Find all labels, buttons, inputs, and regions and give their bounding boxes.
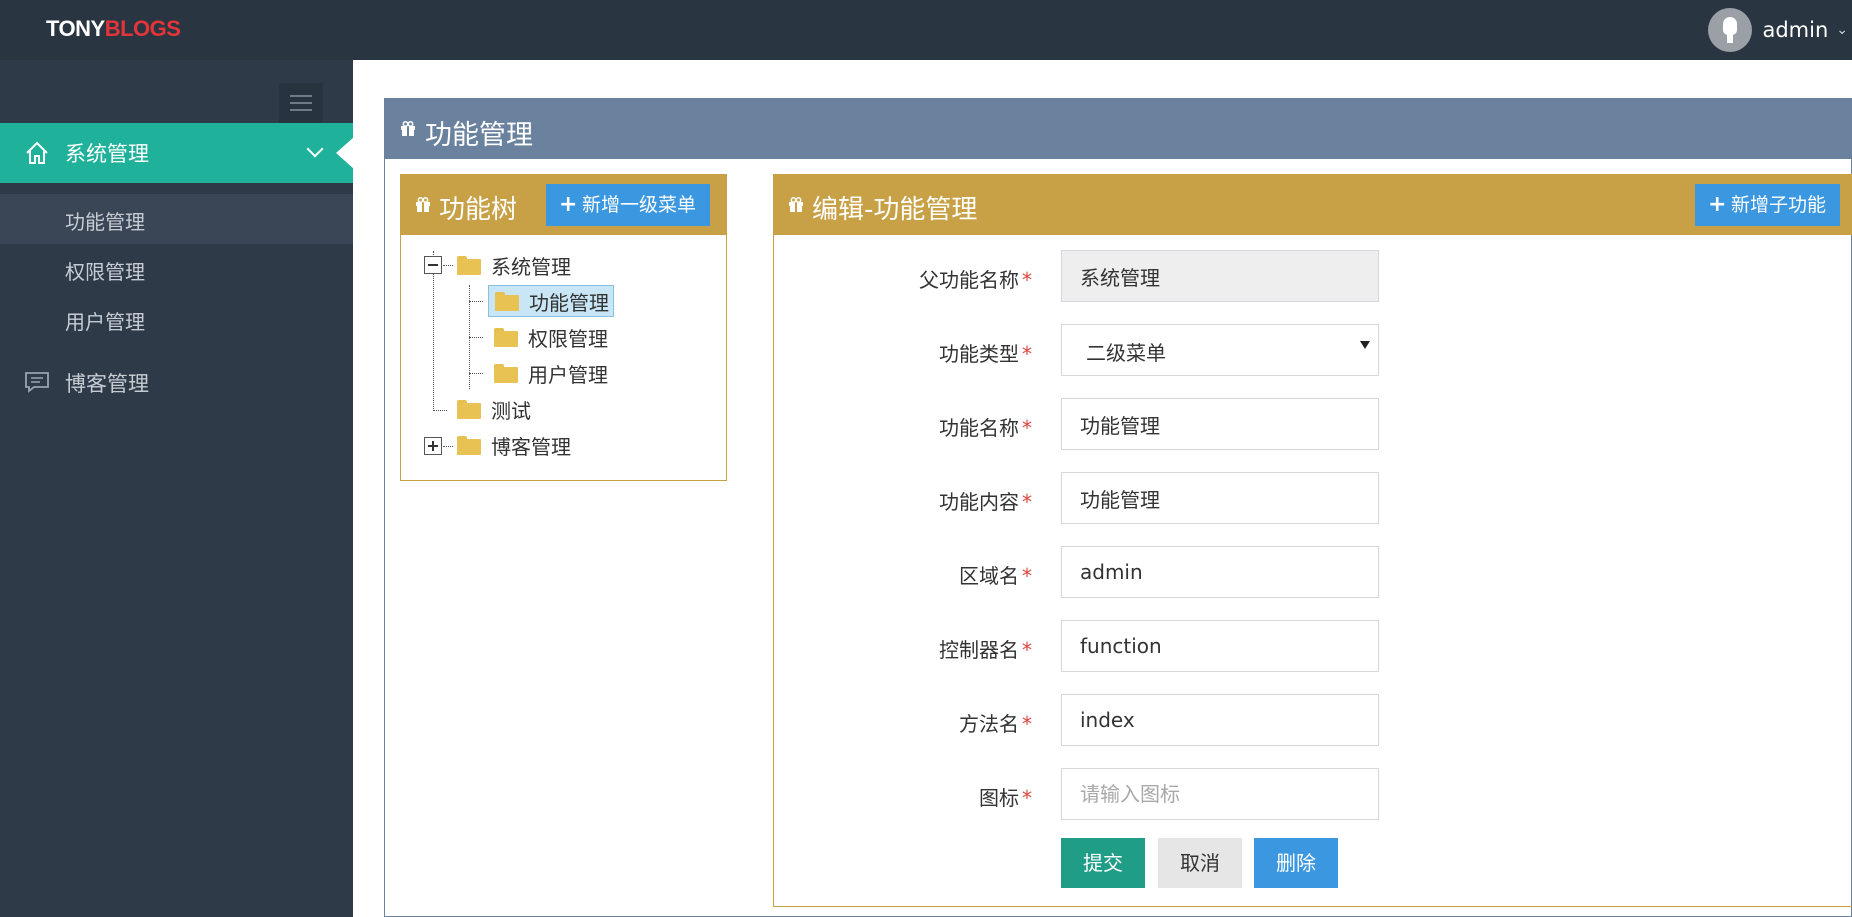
form-label: 功能名称 * — [939, 416, 1032, 440]
tree-connector — [433, 251, 434, 409]
gift-icon — [789, 197, 803, 212]
sidebar-item-system-management[interactable]: 系统管理 — [0, 123, 354, 183]
tree-panel-title: 功能树 — [439, 195, 518, 225]
active-indicator-arrow — [336, 137, 354, 169]
form-row-icon: 图标 * — [774, 768, 1394, 820]
select-value: 二级菜单 — [1086, 341, 1166, 365]
sidebar-item-blog-management[interactable]: 博客管理 — [0, 356, 353, 406]
user-name[interactable]: admin — [1762, 18, 1828, 42]
main-panel-header: 功能管理 — [385, 99, 1851, 159]
chevron-down-icon[interactable]: ⌄ — [1836, 22, 1848, 38]
sidebar-item-label: 系统管理 — [65, 142, 149, 166]
form-label: 父功能名称 * — [919, 268, 1032, 292]
sidebar-subitem-user-management[interactable]: 用户管理 — [0, 294, 353, 344]
form-label: 功能内容 * — [939, 490, 1032, 514]
plus-icon: + — [1707, 192, 1727, 217]
sidebar-subitem-permission-management[interactable]: 权限管理 — [0, 244, 353, 294]
controller-name-field[interactable] — [1061, 620, 1379, 672]
sidebar-subitem-label: 功能管理 — [65, 210, 145, 234]
method-name-field[interactable] — [1061, 694, 1379, 746]
folder-icon — [457, 400, 481, 419]
form-label: 控制器名 * — [939, 638, 1032, 662]
gift-icon — [416, 197, 430, 212]
edit-function-panel: 编辑-功能管理 + 新增子功能 父功能名称* 功能类型* 二级菜单 功能名称* … — [773, 174, 1852, 907]
gift-icon — [401, 121, 415, 136]
icon-field[interactable] — [1061, 768, 1379, 820]
tree-node-blog-management[interactable]: 博客管理 — [457, 429, 571, 461]
form-row-method: 方法名 * — [774, 694, 1394, 746]
add-child-function-label: 新增子功能 — [1730, 194, 1826, 216]
add-top-level-menu-label: 新增一级菜单 — [582, 194, 697, 216]
chevron-down-icon — [306, 140, 324, 158]
sidebar-item-label: 博客管理 — [65, 372, 149, 396]
folder-icon — [457, 256, 481, 275]
form-row-area: 区域名 * — [774, 546, 1394, 598]
area-name-field[interactable] — [1061, 546, 1379, 598]
top-bar: TONYBLOGS admin ⌄ — [0, 0, 1852, 60]
sidebar-subitem-function-management[interactable]: 功能管理 — [0, 194, 353, 244]
function-tree-panel: 功能树 + 新增一级菜单 系统管理 功能管理 权限管理 用户管理 测试 博客管理 — [400, 174, 727, 481]
tree-collapse-toggle[interactable] — [424, 256, 442, 274]
plus-icon: + — [559, 192, 578, 217]
delete-button[interactable]: 删除 — [1254, 838, 1338, 888]
user-menu[interactable]: admin ⌄ — [1708, 5, 1852, 55]
brand-logo[interactable]: TONYBLOGS — [46, 16, 181, 42]
tree-panel-header: 功能树 + 新增一级菜单 — [401, 175, 726, 235]
tree-expand-toggle[interactable] — [424, 437, 442, 455]
form-actions: 提交 取消 删除 — [774, 838, 1394, 890]
tree-node-label: 测试 — [491, 398, 531, 423]
sidebar-subitem-label: 用户管理 — [65, 310, 145, 334]
home-icon — [26, 141, 48, 164]
form-row-parent-name: 父功能名称 * — [774, 250, 1394, 302]
tree-node-label: 权限管理 — [528, 326, 608, 351]
form-row-controller: 控制器名 * — [774, 620, 1394, 672]
submit-button[interactable]: 提交 — [1061, 838, 1145, 888]
form-panel-header: 编辑-功能管理 + 新增子功能 — [774, 175, 1852, 235]
main-panel: 功能管理 功能树 + 新增一级菜单 系统管理 功能管理 权限管理 用户管理 测试… — [384, 98, 1852, 917]
folder-icon — [494, 364, 518, 383]
sidebar: 系统管理 功能管理 权限管理 用户管理 博客管理 — [0, 60, 354, 917]
form-label: 功能类型 * — [939, 342, 1032, 366]
tree-connector — [433, 410, 447, 411]
folder-icon — [457, 436, 481, 455]
tree-connector — [469, 337, 483, 338]
folder-icon — [495, 292, 519, 311]
caret-down-icon — [1360, 341, 1370, 349]
parent-name-field[interactable] — [1061, 250, 1379, 302]
tree-node-label: 系统管理 — [491, 254, 571, 279]
form-row-content: 功能内容 * — [774, 472, 1394, 524]
tree-node-test[interactable]: 测试 — [457, 393, 531, 425]
form-label: 方法名 * — [959, 712, 1032, 736]
form-row-name: 功能名称 * — [774, 398, 1394, 450]
sidebar-toggle-button[interactable] — [279, 83, 323, 123]
folder-icon — [494, 328, 518, 347]
tree-node-user-management[interactable]: 用户管理 — [494, 357, 608, 389]
tree-connector — [469, 301, 483, 302]
tree-node-permission-management[interactable]: 权限管理 — [494, 321, 608, 353]
avatar[interactable] — [1708, 8, 1753, 52]
tree-node-label: 博客管理 — [491, 434, 571, 459]
tree-connector — [443, 265, 453, 266]
form-label: 图标 * — [979, 786, 1032, 810]
add-child-function-button[interactable]: + 新增子功能 — [1694, 184, 1840, 226]
function-type-select[interactable]: 二级菜单 — [1061, 324, 1379, 376]
page-title: 功能管理 — [425, 120, 533, 151]
tree-node-label: 用户管理 — [528, 362, 608, 387]
add-top-level-menu-button[interactable]: + 新增一级菜单 — [546, 184, 711, 226]
tree-connector — [469, 373, 483, 374]
cancel-button[interactable]: 取消 — [1158, 838, 1242, 888]
sidebar-subitem-label: 权限管理 — [65, 260, 145, 284]
form-label: 区域名 * — [959, 564, 1032, 588]
form-row-type: 功能类型 * 二级菜单 — [774, 324, 1394, 376]
brand-part2: BLOGS — [104, 16, 181, 41]
function-name-field[interactable] — [1061, 398, 1379, 450]
tree-node-label: 功能管理 — [529, 290, 609, 315]
tree-connector — [443, 446, 453, 447]
function-content-field[interactable] — [1061, 472, 1379, 524]
form-panel-title: 编辑-功能管理 — [812, 195, 978, 225]
brand-part1: TONY — [46, 16, 105, 41]
chat-icon — [25, 372, 49, 393]
tree-node-system-management[interactable]: 系统管理 — [457, 249, 571, 281]
tree-node-function-management[interactable]: 功能管理 — [488, 285, 614, 317]
